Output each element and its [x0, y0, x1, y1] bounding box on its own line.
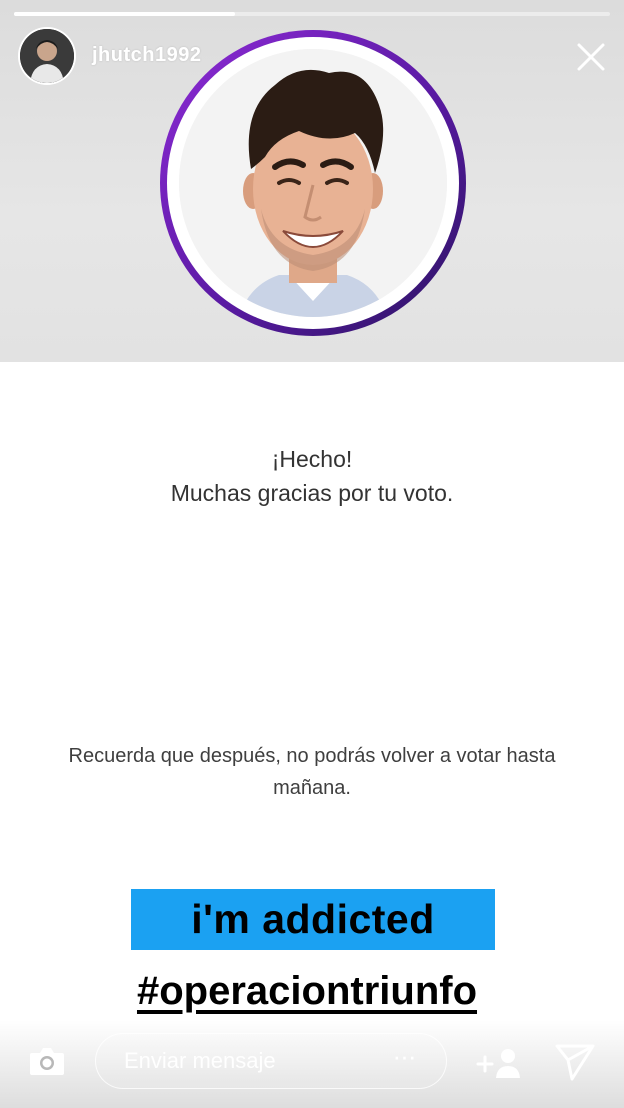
send-button[interactable]	[554, 1042, 596, 1082]
more-options-button[interactable]: ···	[384, 1043, 424, 1074]
send-icon	[555, 1044, 595, 1081]
story-progress-bar	[14, 12, 610, 16]
vote-reminder: Recuerda que después, no podrás volver a…	[68, 745, 556, 799]
avatar[interactable]	[20, 29, 74, 83]
close-button[interactable]	[574, 40, 608, 74]
close-icon	[577, 43, 605, 71]
vote-confirmation-text: Muchas gracias por tu voto.	[170, 480, 454, 506]
add-user-icon	[476, 1049, 520, 1078]
camera-button[interactable]	[26, 1040, 68, 1082]
story-username[interactable]: jhutch1992	[92, 44, 201, 67]
person-photo	[179, 49, 447, 317]
poll-avatar-photo	[179, 49, 447, 317]
add-user-button[interactable]	[474, 1044, 524, 1080]
poll-avatar-ring	[160, 30, 466, 336]
vote-confirmation-title: ¡Hecho!	[271, 446, 353, 472]
text-sticker-addicted: i'm addicted	[131, 889, 495, 950]
story-progress-fill	[14, 12, 235, 16]
camera-icon	[30, 1048, 64, 1075]
vote-confirmation: ¡Hecho! Muchas gracias por tu voto.	[0, 442, 624, 510]
hashtag-sticker[interactable]: #operaciontriunfo	[86, 966, 528, 1016]
avatar-image	[20, 29, 74, 83]
